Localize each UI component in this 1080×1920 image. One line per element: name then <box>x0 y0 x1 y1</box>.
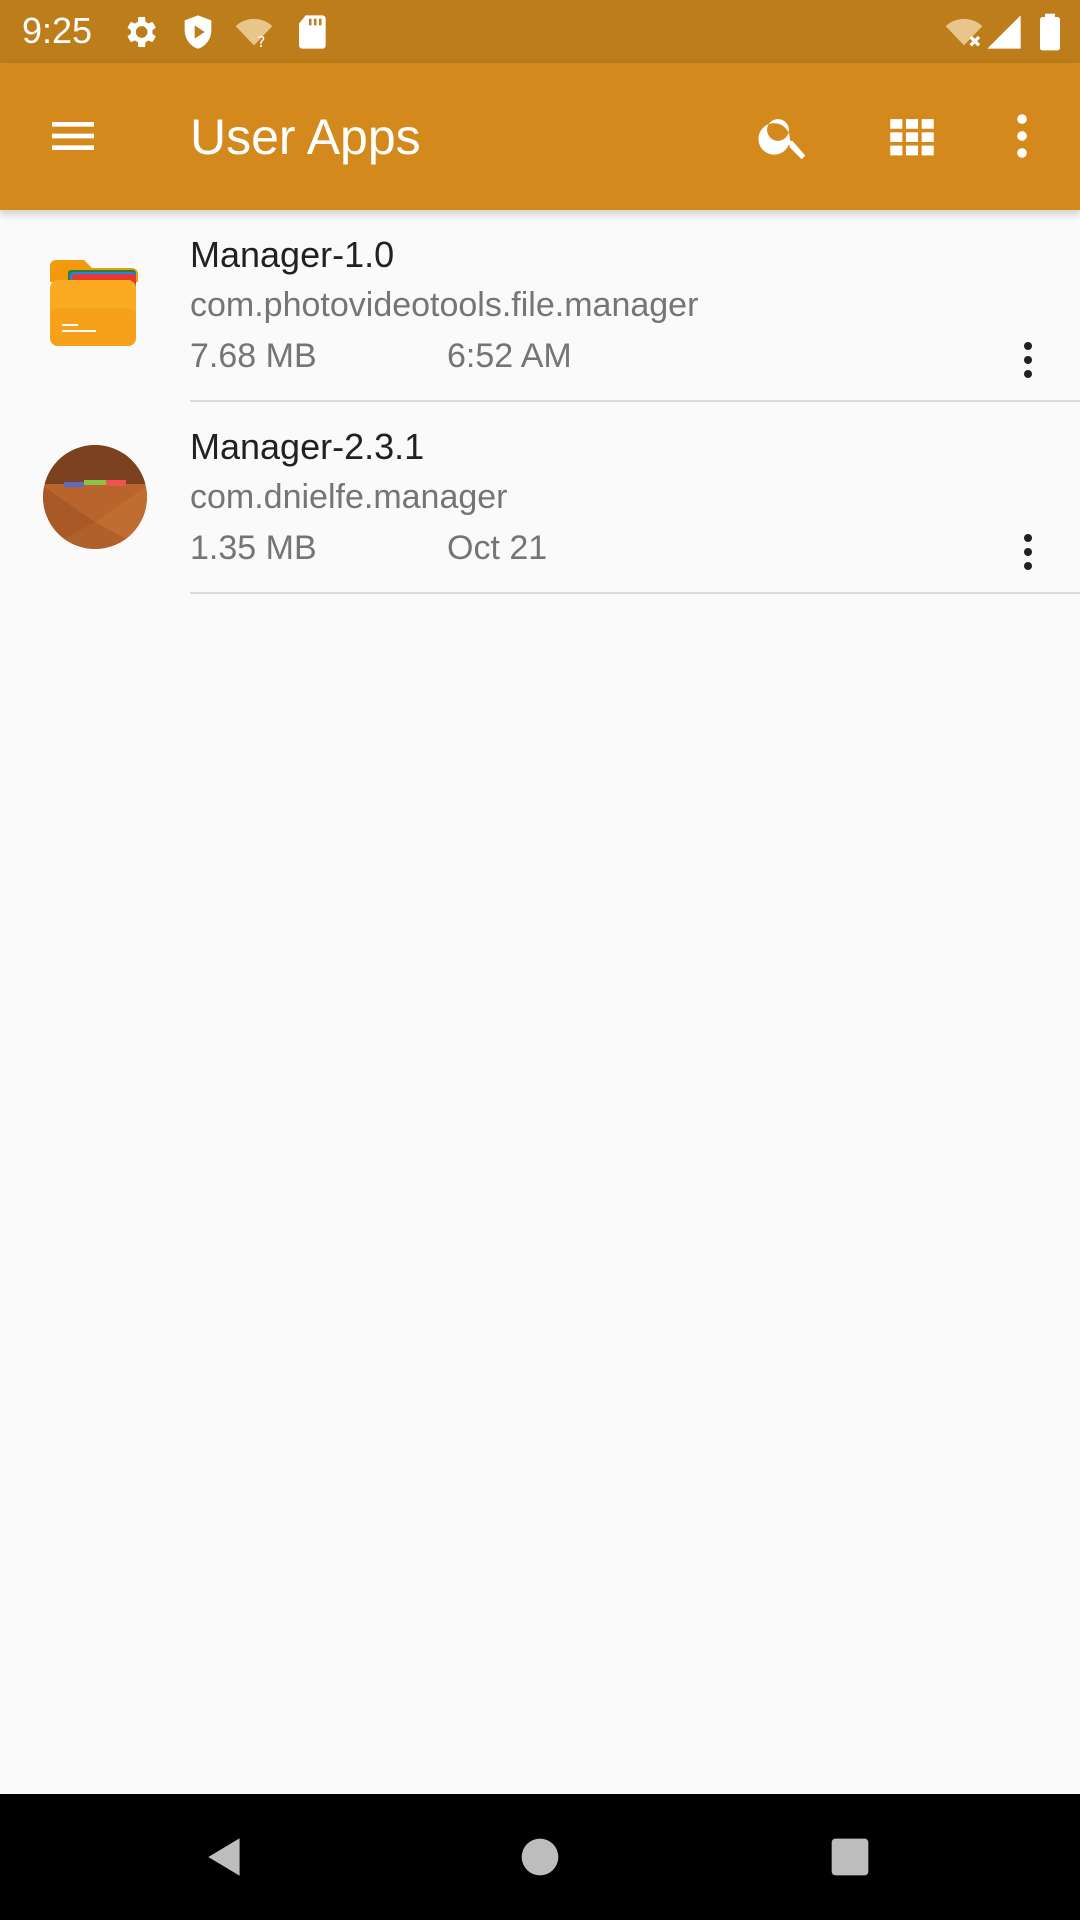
folder-app-icon <box>50 260 138 346</box>
round-brown-app-icon <box>43 445 147 549</box>
overflow-menu-button[interactable] <box>982 96 1062 176</box>
home-icon <box>521 1838 559 1876</box>
app-bar: User Apps <box>0 63 1080 210</box>
app-size: 7.68 MB <box>190 337 317 375</box>
app-name: Manager-2.3.1 <box>190 426 425 467</box>
wifi-off-icon <box>945 18 983 47</box>
settings-icon <box>127 17 156 47</box>
list-item[interactable]: Manager-1.0 com.photovideotools.file.man… <box>0 210 1080 402</box>
app-date: 6:52 AM <box>447 337 572 375</box>
app-size: 1.35 MB <box>190 529 317 567</box>
app-name: Manager-1.0 <box>190 234 395 275</box>
item-more-button[interactable] <box>1000 320 1056 400</box>
back-button[interactable] <box>190 1822 260 1892</box>
more-vert-icon <box>1017 114 1027 158</box>
menu-button[interactable] <box>33 96 113 176</box>
list-item[interactable]: Manager-2.3.1 com.dnielfe.manager 1.35 M… <box>0 402 1080 594</box>
home-button[interactable] <box>505 1822 575 1892</box>
svg-text:?: ? <box>257 33 265 51</box>
wifi-question-icon: ? <box>235 18 273 51</box>
app-list: Manager-1.0 com.photovideotools.file.man… <box>0 210 1080 594</box>
sd-card-icon <box>299 15 326 49</box>
search-icon <box>758 119 806 160</box>
status-time: 9:25 <box>22 10 93 51</box>
grid-view-icon <box>890 119 934 156</box>
page-title: User Apps <box>190 109 421 165</box>
app-package: com.photovideotools.file.manager <box>190 286 699 324</box>
search-button[interactable] <box>744 96 824 176</box>
battery-icon <box>1040 13 1060 51</box>
app-date: Oct 21 <box>447 529 548 567</box>
status-bar: 9:25 ? <box>0 0 1080 63</box>
more-vert-icon <box>1024 342 1032 378</box>
grid-view-button[interactable] <box>872 96 952 176</box>
menu-icon <box>52 122 94 150</box>
signal-icon <box>987 15 1021 49</box>
recents-icon <box>831 1838 869 1876</box>
divider <box>190 592 1080 594</box>
more-vert-icon <box>1024 534 1032 570</box>
shield-play-icon <box>184 15 212 49</box>
back-icon <box>208 1838 240 1876</box>
item-more-button[interactable] <box>1000 512 1056 592</box>
recents-button[interactable] <box>815 1822 885 1892</box>
app-package: com.dnielfe.manager <box>190 478 508 516</box>
navigation-bar <box>0 1794 1080 1920</box>
